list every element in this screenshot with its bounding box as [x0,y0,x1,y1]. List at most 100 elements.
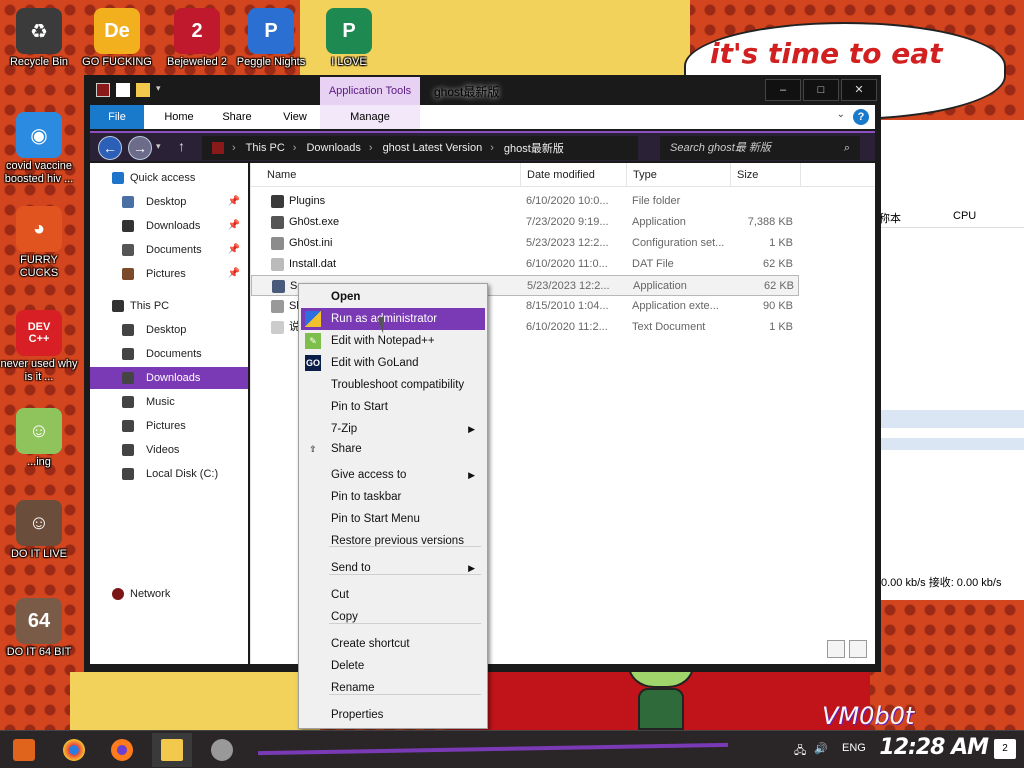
desktop-icon[interactable]: P Peggle Nights [232,8,310,69]
large-icons-view-icon[interactable] [849,640,867,658]
col-type[interactable]: Type [627,163,731,187]
menu-item[interactable]: Properties [301,704,485,726]
desktop-icon[interactable]: ◕ FURRY CUCKS [0,206,78,280]
minimize-button[interactable]: – [765,79,801,101]
nav-this-pc[interactable]: This PC [90,295,248,317]
nav-pc-item[interactable]: Videos [90,439,248,461]
nav-item-icon [122,196,134,208]
menu-item[interactable]: Send to ▶ [301,557,485,579]
menu-item[interactable]: Create shortcut [301,633,485,655]
menu-item[interactable]: Troubleshoot compatibility [301,374,485,396]
tab-file[interactable]: File [90,105,144,129]
nav-quick-item[interactable]: Pictures 📌 [90,263,248,285]
tab-share[interactable]: Share [212,105,262,129]
bg-col-name: 称本 [879,213,901,225]
folder-icon[interactable] [136,83,150,97]
file-row[interactable]: Gh0st.ini 5/23/2023 12:2... Configuration … [251,233,799,254]
breadcrumb[interactable]: › This PC › Downloads › ghost Latest Ver… [202,136,638,160]
tab-home[interactable]: Home [154,105,204,129]
menu-item[interactable]: 7-Zip ▶ [301,418,485,440]
nav-quick-item[interactable]: Downloads 📌 [90,215,248,237]
menu-item[interactable]: Open [301,286,485,308]
file-row[interactable]: Gh0st.exe 7/23/2020 9:19... Application 7,3… [251,212,799,233]
menu-item[interactable]: ✎ Edit with Notepad++ [301,330,485,352]
tab-manage[interactable]: Manage [320,105,420,129]
taskbar-explorer[interactable] [152,733,192,767]
menu-item[interactable]: Cut [301,584,485,606]
nav-pc-item[interactable]: Downloads [90,367,248,389]
pin-icon[interactable]: 📌 [228,263,240,285]
desktop-icon[interactable]: ◉ covid vaccine boosted hiv ... [0,112,78,186]
up-button[interactable]: ↑ [178,138,185,154]
nav-pc-item[interactable]: Pictures [90,415,248,437]
notifications-button[interactable]: 2 [994,739,1016,759]
desktop-icon[interactable]: 2 Bejeweled 2 [158,8,236,69]
col-name[interactable]: Name [261,163,521,187]
nav-network[interactable]: Network [90,583,248,605]
menu-item[interactable]: Give access to ▶ [301,464,485,486]
menu-item[interactable]: ⇪ Share [301,438,485,460]
nav-quick-item[interactable]: Desktop 📌 [90,191,248,213]
file-row[interactable]: Install.dat 6/10/2020 11:0... DAT File 62 K… [251,254,799,275]
file-row[interactable]: Plugins 6/10/2020 10:0... File folder [251,191,799,212]
menu-item[interactable]: GO Edit with GoLand [301,352,485,374]
menu-item[interactable]: Pin to taskbar [301,486,485,508]
menu-item[interactable]: Rename [301,677,485,699]
search-input[interactable]: Search ghost最 新版 ⌕ [660,136,860,160]
nav-pc-item[interactable]: Local Disk (C:) [90,463,248,485]
desktop-icon[interactable]: DEV C++ never used why is it ... [0,310,78,384]
crumb-ghost-latest[interactable]: ghost Latest Version [383,142,483,154]
desktop-icon[interactable]: ♻ Recycle Bin [0,8,78,69]
tab-view[interactable]: View [270,105,320,129]
desktop-icon-label: FURRY CUCKS [19,254,59,279]
recent-locations-icon[interactable]: ▾ [156,141,161,152]
desktop-icon[interactable]: 64 DO IT 64 BIT [0,598,78,659]
nav-pc-item[interactable]: Desktop [90,319,248,341]
nav-pc-item[interactable]: Documents [90,343,248,365]
qat-dropdown-icon[interactable]: ▾ [156,83,170,97]
clock[interactable]: 12:28 AM [879,735,989,760]
menu-item[interactable]: Pin to Start Menu [301,508,485,530]
ribbon-expand-icon[interactable]: ⌄ [837,109,845,120]
taskbar-chrome[interactable] [54,733,94,767]
nav-item-icon [122,444,134,456]
menu-item[interactable]: Delete [301,655,485,677]
crumb-ghost-cn[interactable]: ghost最新版 [504,140,564,156]
volume-icon[interactable]: 🔊 [814,742,828,755]
pin-icon[interactable]: 📌 [228,215,240,237]
menu-item[interactable]: Pin to Start [301,396,485,418]
menu-item[interactable]: Copy [301,606,485,628]
properties-icon[interactable] [116,83,130,97]
start-button[interactable] [4,733,44,767]
search-icon[interactable]: ⌕ [844,136,850,160]
menu-item[interactable]: Restore previous versions [301,530,485,552]
back-button[interactable]: ← [98,136,122,160]
application-tools-tab[interactable]: Application Tools [320,77,420,105]
maximize-button[interactable]: □ [803,79,839,101]
desktop-icon[interactable]: ☺ ...ing [0,408,78,469]
language-indicator[interactable]: ENG [842,742,866,754]
pin-icon[interactable]: 📌 [228,239,240,261]
title-bar[interactable]: ▾ Application Tools ghost最新版 – □ ✕ [84,75,881,105]
help-button[interactable]: ? [853,109,869,125]
desktop-icon[interactable]: P I LOVE [310,8,388,69]
taskbar-firefox[interactable] [102,733,142,767]
col-size[interactable]: Size [731,163,801,187]
taskbar-ghost[interactable] [202,733,242,767]
forward-button[interactable]: → [128,136,152,160]
desktop-icon[interactable]: De GO FUCKING [78,8,156,69]
background-window[interactable]: 称本 CPU 0.00 kb/s 接收: 0.00 kb/s [876,120,1024,600]
nav-quick-access[interactable]: Quick access [90,167,248,189]
details-view-icon[interactable] [827,640,845,658]
desktop-icon[interactable]: ☺ DO IT LIVE [0,500,78,561]
menu-item-label: Open [331,291,361,303]
col-date[interactable]: Date modified [521,163,627,187]
close-button[interactable]: ✕ [841,79,877,101]
nav-quick-item[interactable]: Documents 📌 [90,239,248,261]
pin-icon[interactable]: 📌 [228,191,240,213]
network-tray-icon[interactable]: 🖧 [794,742,806,761]
menu-item-label: Cut [331,589,349,601]
nav-pc-item[interactable]: Music [90,391,248,413]
crumb-this-pc[interactable]: This PC [246,142,285,154]
crumb-downloads[interactable]: Downloads [306,142,360,154]
